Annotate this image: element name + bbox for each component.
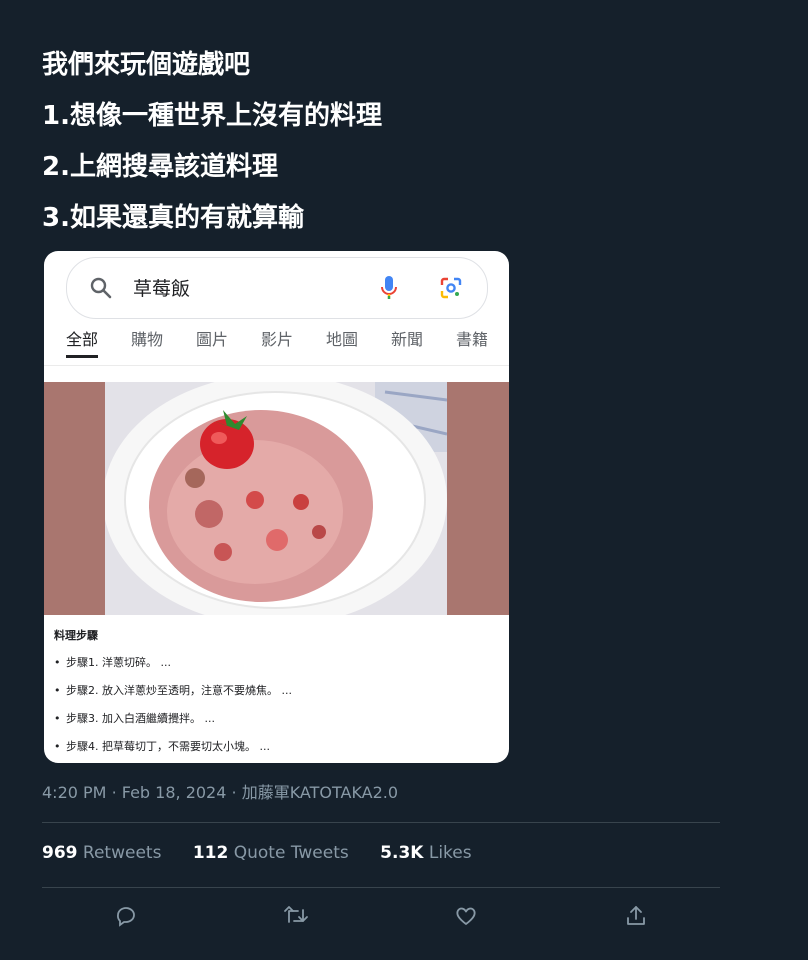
likes-label: Likes xyxy=(428,843,472,863)
likes-count: 5.3K xyxy=(380,843,424,863)
retweets-stat[interactable]: 969 Retweets xyxy=(42,843,161,863)
recipe-title: 料理步驟 xyxy=(54,629,98,642)
search-icon xyxy=(89,276,113,304)
tab-images[interactable]: 圖片 xyxy=(196,329,228,355)
lens-icon xyxy=(439,276,463,304)
quote-tweets-count: 112 xyxy=(192,843,229,863)
tab-books[interactable]: 書籍 xyxy=(456,329,488,355)
tab-maps[interactable]: 地圖 xyxy=(326,329,358,355)
list-item: • 步驟3. 加入白酒繼續攪拌。 ... xyxy=(54,712,215,725)
tweet-line: 3.如果還真的有就算輸 xyxy=(42,203,304,233)
search-tabs: 全部 購物 圖片 影片 地圖 新聞 書籍 xyxy=(44,329,509,366)
tab-videos[interactable]: 影片 xyxy=(261,329,293,355)
attached-screenshot[interactable]: 草莓飯 全部 購物 圖片 影片 地圖 新聞 書籍 料理步驟 • 步驟1. 洋蔥切… xyxy=(44,251,509,763)
retweet-icon xyxy=(283,904,309,932)
tweet-line: 我們來玩個遊戲吧 xyxy=(42,50,251,80)
tweet-meta: 4:20 PM · Feb 18, 2024 · 加藤軍KATOTAKA2.0 xyxy=(42,779,398,803)
reply-icon xyxy=(114,904,138,932)
tab-all[interactable]: 全部 xyxy=(66,329,99,358)
retweet-button[interactable] xyxy=(276,898,316,938)
quote-tweets-stat[interactable]: 112 Quote Tweets xyxy=(193,843,349,863)
tweet-source[interactable]: 加藤軍KATOTAKA2.0 xyxy=(242,783,398,802)
share-icon xyxy=(624,904,648,932)
retweets-label: Retweets xyxy=(82,843,162,863)
list-item: • 步驟1. 洋蔥切碎。 ... xyxy=(54,656,171,669)
step-text: 步驟2. 放入洋蔥炒至透明，注意不要燒焦。 ... xyxy=(66,684,292,697)
tab-shopping[interactable]: 購物 xyxy=(131,329,163,355)
tweet-date[interactable]: Feb 18, 2024 xyxy=(122,783,227,802)
tweet-line: 2.上網搜尋該道料理 xyxy=(42,152,278,182)
tweet-time[interactable]: 4:20 PM xyxy=(42,783,106,802)
list-item: • 步驟2. 放入洋蔥炒至透明，注意不要燒焦。 ... xyxy=(54,684,292,697)
tab-news[interactable]: 新聞 xyxy=(391,329,423,355)
heart-icon xyxy=(454,904,478,932)
recipe-steps: • 步驟1. 洋蔥切碎。 ... • 步驟2. 放入洋蔥炒至透明，注意不要燒焦。 .… xyxy=(54,651,292,763)
step-text: 步驟3. 加入白酒繼續攪拌。 ... xyxy=(66,712,215,725)
likes-stat[interactable]: 5.3K Likes xyxy=(380,843,471,863)
tweet-actions xyxy=(0,898,808,938)
search-query: 草莓飯 xyxy=(133,278,191,300)
divider xyxy=(42,887,720,888)
meta-separator: · xyxy=(111,783,117,802)
meta-separator: · xyxy=(231,783,237,802)
strawberry-rice-photo xyxy=(105,382,447,615)
like-button[interactable] xyxy=(446,898,486,938)
reply-button[interactable] xyxy=(106,898,146,938)
google-search-bar: 草莓飯 xyxy=(66,257,488,319)
retweets-count: 969 xyxy=(42,843,78,863)
step-text: 步驟1. 洋蔥切碎。 ... xyxy=(66,656,171,669)
step-text: 步驟4. 把草莓切丁，不需要切太小塊。 ... xyxy=(66,740,270,753)
tweet-stats: 969 Retweets 112 Quote Tweets 5.3K Likes xyxy=(42,843,498,863)
share-button[interactable] xyxy=(616,898,656,938)
quote-tweets-label: Quote Tweets xyxy=(233,843,349,863)
mic-icon xyxy=(379,274,399,306)
divider xyxy=(42,822,720,823)
tweet-text: 我們來玩個遊戲吧 1.想像一種世界上沒有的料理 2.上網搜尋該道料理 3.如果還… xyxy=(42,40,762,244)
result-image-area xyxy=(44,382,509,615)
tweet-line: 1.想像一種世界上沒有的料理 xyxy=(42,101,382,131)
list-item: • 步驟4. 把草莓切丁，不需要切太小塊。 ... xyxy=(54,740,270,753)
